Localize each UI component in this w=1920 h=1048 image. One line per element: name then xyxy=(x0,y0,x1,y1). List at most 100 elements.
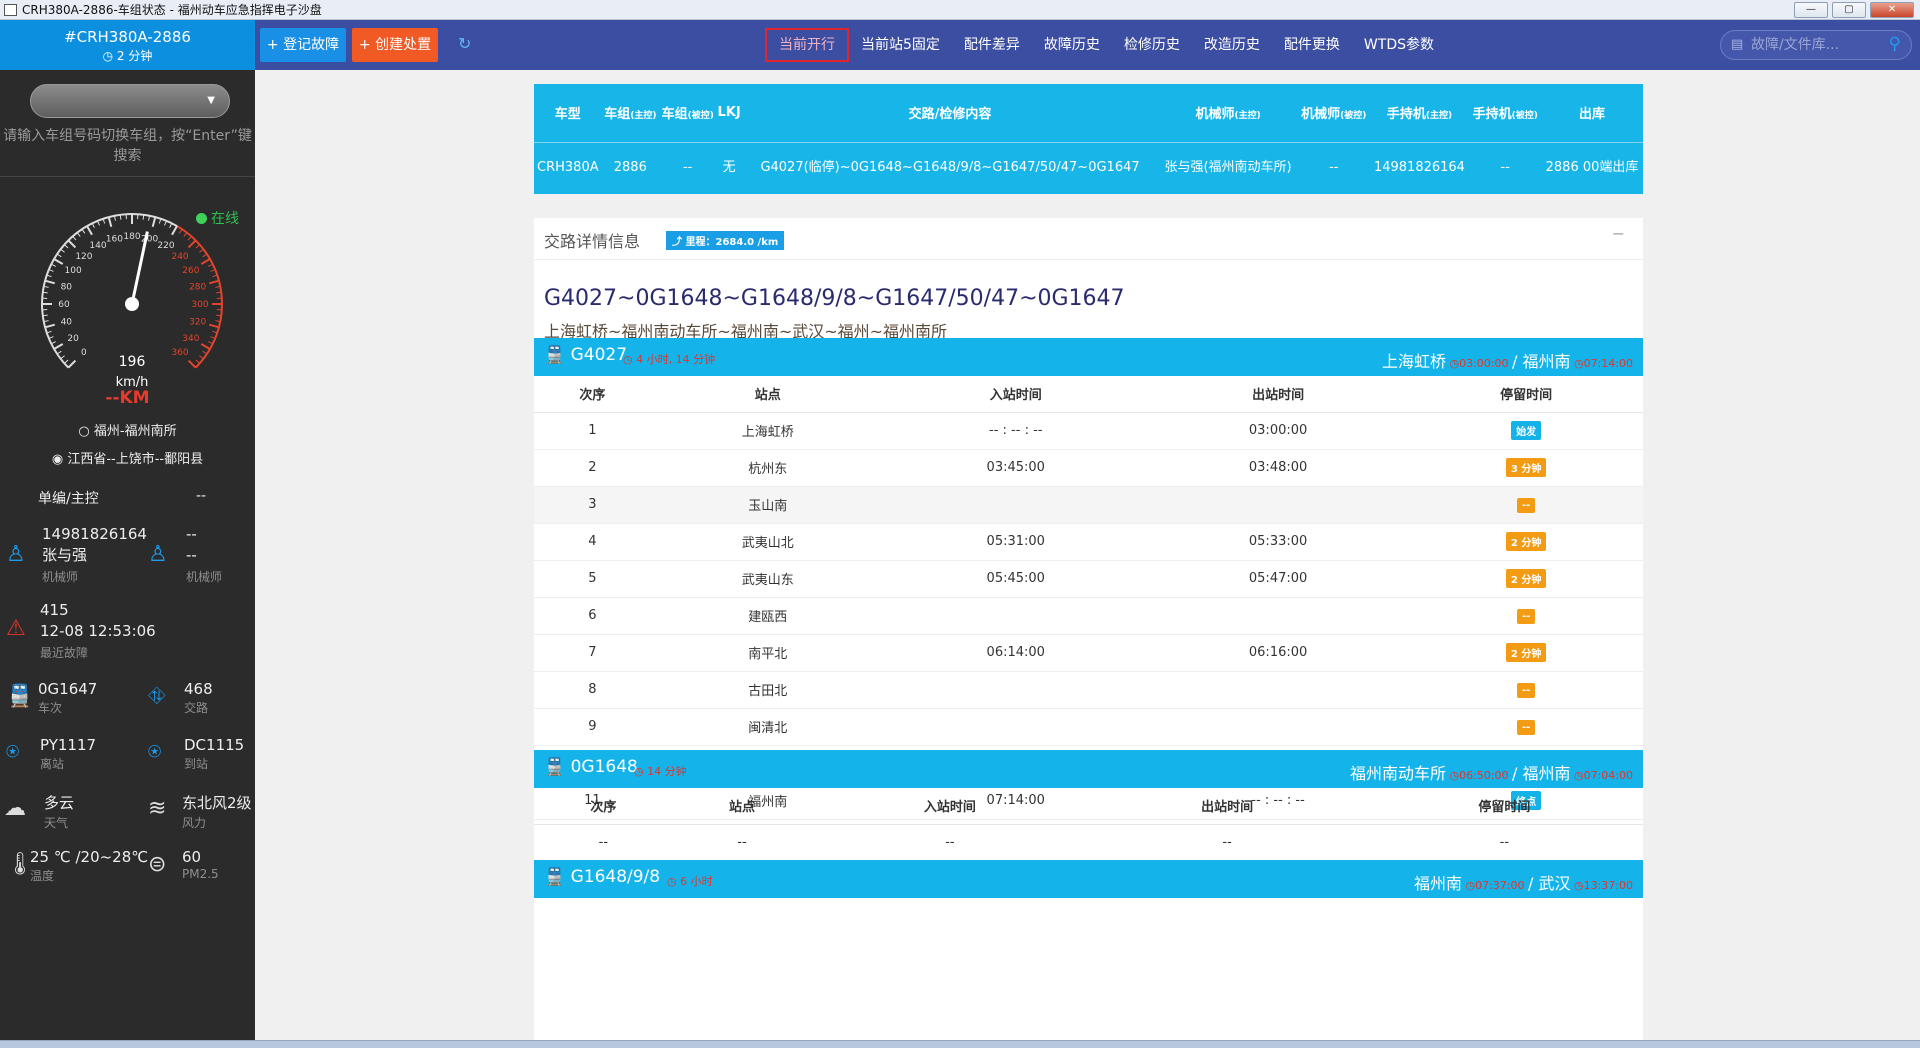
jiaolu-number: 468 xyxy=(184,680,213,698)
close-button[interactable]: ✕ xyxy=(1870,2,1914,18)
table-row[interactable]: 9 闽清北 -- xyxy=(534,708,1643,746)
summary-header-cell: LKJ xyxy=(716,84,742,143)
window-title: CRH380A-2886-车组状态 - 福州动车应急指挥电子沙盘 xyxy=(22,3,322,17)
stay-cell: 2 分钟 xyxy=(1409,523,1643,561)
chevron-down-icon: ▼ xyxy=(207,95,215,106)
location-pin-icon: ◉ xyxy=(51,452,68,467)
segment-from-time: ◷06:50:00 xyxy=(1446,769,1512,782)
tab-parts-replace[interactable]: 配件更换 xyxy=(1272,28,1352,62)
create-disposal-button[interactable]: + 创建处置 xyxy=(352,28,438,62)
table-row[interactable]: -- -- -- -- -- xyxy=(534,824,1643,862)
segment-sep: / xyxy=(1528,874,1539,893)
maximize-button[interactable]: ▢ xyxy=(1832,2,1866,18)
tab-fault-history[interactable]: 故障历史 xyxy=(1032,28,1112,62)
station-cell xyxy=(1146,708,1410,746)
gauge-tick xyxy=(56,253,62,258)
tab-wtds[interactable]: WTDS参数 xyxy=(1352,28,1446,62)
tab-parts-diff[interactable]: 配件差异 xyxy=(952,28,1032,62)
segment-train-number: 🚆 G1648/9/8 xyxy=(544,867,660,887)
table-row[interactable]: 7 南平北 06:14:00 06:16:00 2 分钟 xyxy=(534,634,1643,672)
summary-cell: -- xyxy=(682,160,693,176)
mode-label: 单编/主控 xyxy=(38,491,99,507)
search-input[interactable] xyxy=(1751,35,1871,55)
collapse-icon[interactable]: − xyxy=(1612,224,1625,243)
gauge-tick xyxy=(56,350,62,355)
tab-station-fixed[interactable]: 当前站5固定 xyxy=(849,28,952,62)
station-cell: 5 xyxy=(534,560,651,598)
segment-from: 福州南 xyxy=(1413,874,1462,893)
gauge-tick xyxy=(199,248,204,253)
station-cell: 1 xyxy=(534,412,651,450)
gauge-tick xyxy=(187,236,192,241)
segment-header: 🚆 G1648/9/8 ◷ 6 小时 福州南 ◷07:37:00 / 武汉 ◷13:… xyxy=(534,860,1643,898)
segment-route: 福州南动车所 ◷06:50:00 / 福州南 ◷07:04:00 xyxy=(1350,760,1633,784)
table-row[interactable]: 8 古田北 -- xyxy=(534,671,1643,709)
train-icon: 🚆 xyxy=(6,684,34,709)
station-col-header: 次序 xyxy=(534,376,651,413)
driver2-phone: -- xyxy=(186,525,197,543)
gauge-tick-label: 60 xyxy=(58,300,70,310)
gauge-tick xyxy=(208,341,213,345)
stay-cell: -- xyxy=(1409,597,1643,635)
segment-block: 🚆 G1648/9/8 ◷ 6 小时 福州南 ◷07:37:00 / 武汉 ◷13:… xyxy=(534,860,1643,898)
train-select[interactable]: ▼ xyxy=(30,84,230,118)
table-row[interactable]: 4 武夷山北 05:31:00 05:33:00 2 分钟 xyxy=(534,523,1643,561)
table-row[interactable]: 6 建瓯西 -- xyxy=(534,597,1643,635)
gauge-tick xyxy=(148,215,151,221)
gauge-tick xyxy=(209,323,220,329)
segment-to-time: ◷07:04:00 xyxy=(1570,769,1633,782)
station-cell: 闽清北 xyxy=(650,708,885,746)
table-row[interactable]: 2 杭州东 03:45:00 03:48:00 3 分钟 xyxy=(534,449,1643,487)
station-cell xyxy=(1146,671,1410,709)
update-age: 2 分钟 xyxy=(116,49,153,63)
segment-train-number: 🚆 G4027 xyxy=(544,345,627,365)
search-icon[interactable]: ⚲ xyxy=(1889,34,1901,54)
summary-header-sub: (主控) xyxy=(1425,111,1453,122)
gauge-tick xyxy=(202,350,208,355)
minimize-button[interactable]: — xyxy=(1794,2,1828,18)
gauge-tick-label: 100 xyxy=(65,266,82,276)
summary-header-cell: 机械师(主控) xyxy=(1158,84,1298,143)
summary-cell: CRH380A xyxy=(537,160,599,176)
cloud-icon: ☁ xyxy=(4,796,26,821)
gauge-tick xyxy=(216,314,222,317)
stay-badge: 2 分钟 xyxy=(1505,643,1547,662)
segment-duration: ◷ 4 小时, 14 分钟 xyxy=(623,353,716,366)
table-row[interactable]: 3 玉山南 -- xyxy=(534,486,1643,524)
table-row[interactable]: 1 上海虹桥 -- : -- : -- 03:00:00 始发 xyxy=(534,412,1643,450)
station-cell: -- xyxy=(811,824,1089,862)
station-col-header: 站点 xyxy=(650,376,885,413)
table-row[interactable]: 5 武夷山东 05:45:00 05:47:00 2 分钟 xyxy=(534,560,1643,598)
temp-label: 温度 xyxy=(30,869,55,883)
register-fault-button[interactable]: + 登记故障 xyxy=(260,28,346,62)
tab-modify-history[interactable]: 改造历史 xyxy=(1192,28,1272,62)
station-cell: 2 xyxy=(534,449,651,487)
gauge-tick xyxy=(48,336,54,339)
tab-current-run[interactable]: 当前开行 xyxy=(765,28,849,62)
stay-cell: -- xyxy=(1409,671,1643,709)
arrive-station: DC1115 xyxy=(184,736,245,754)
gauge-tick xyxy=(195,359,200,364)
station-cell: 06:14:00 xyxy=(884,634,1147,672)
station-cell: 建瓯西 xyxy=(650,597,885,635)
tab-repair-history[interactable]: 检修历史 xyxy=(1112,28,1192,62)
driver-phone: 14981826164 xyxy=(42,525,147,543)
segment-train: 0G1648 xyxy=(570,757,638,777)
gauge-tick xyxy=(43,285,49,288)
gauge-tick xyxy=(210,269,216,272)
book-icon: ▤ xyxy=(1731,37,1744,52)
station-col-header: 次序 xyxy=(534,788,673,825)
gauge-needle xyxy=(130,231,149,305)
gauge-tick-label: 180 xyxy=(123,232,140,242)
segment-train-number: 🚆 0G1648 xyxy=(544,757,638,777)
gauge-tick xyxy=(53,258,64,265)
summary-header-cell: 机械师(被控) xyxy=(1297,84,1370,143)
segment-from-time: ◷07:37:00 xyxy=(1462,879,1528,892)
station-cell: 4 xyxy=(534,523,651,561)
summary-header-sub: (被控) xyxy=(1340,111,1367,122)
refresh-icon[interactable]: ↻ xyxy=(458,34,471,53)
summary-header-sub: (被控) xyxy=(1511,111,1538,122)
segment-block: 🚆 G4027 ◷ 4 小时, 14 分钟 上海虹桥 ◷03:00:00 / 福州南… xyxy=(534,338,1643,820)
summary-cell: G4027(临停)~0G1648~G1648/9/8~G1647/50/47~0… xyxy=(760,160,1140,176)
chart-icon: ⤴ xyxy=(672,237,686,248)
